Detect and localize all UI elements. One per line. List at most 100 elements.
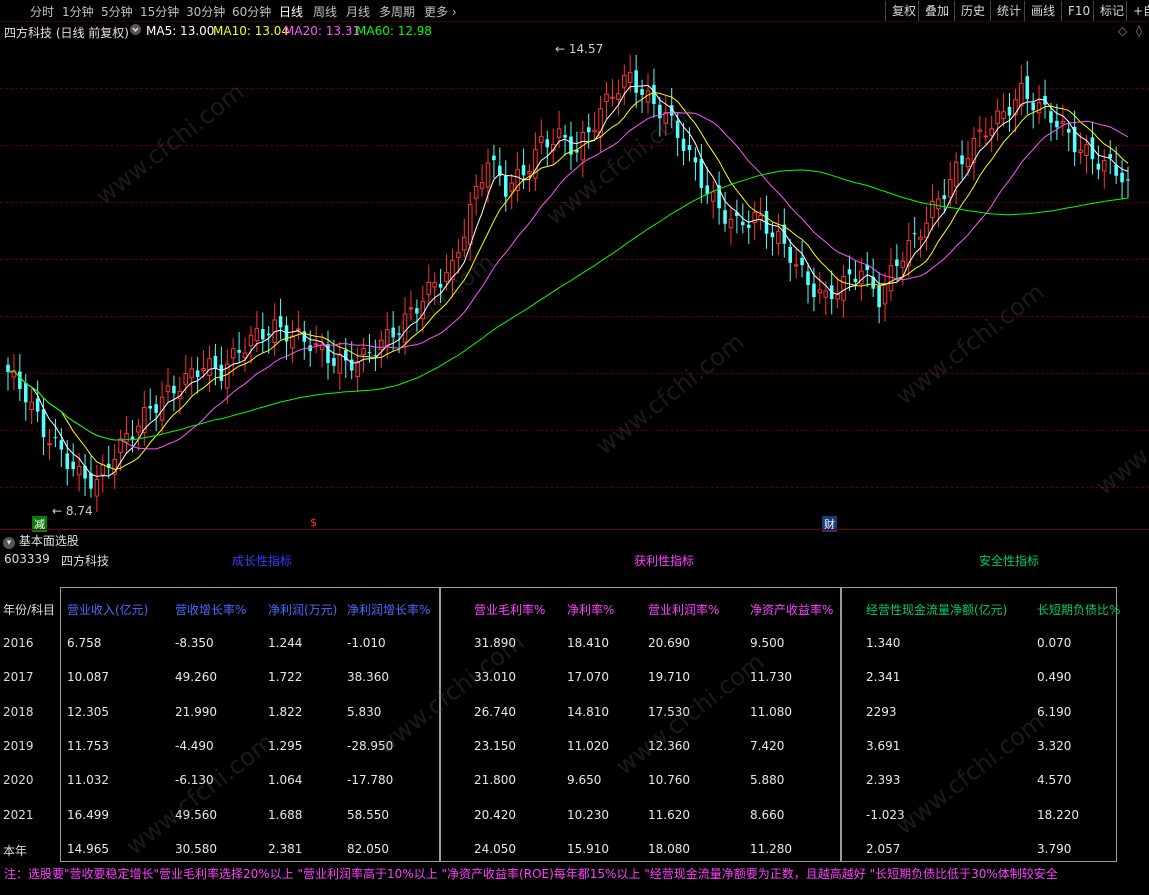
- period-tab-minute[interactable]: 分时: [30, 3, 54, 20]
- candle-body: [788, 246, 792, 263]
- table-cell: 19.710: [648, 670, 690, 684]
- year-label: 2021: [3, 808, 34, 822]
- candle-body: [337, 354, 343, 374]
- candle-body: [266, 333, 271, 336]
- candle-body: [384, 329, 390, 348]
- table-cell: 2.393: [866, 773, 901, 787]
- candle-body: [995, 110, 1000, 125]
- period-tab-multi[interactable]: 多周期: [379, 3, 415, 20]
- candle-body: [94, 478, 100, 497]
- period-tab-5min[interactable]: 5分钟: [101, 3, 133, 20]
- table-cell: 8.660: [750, 808, 785, 822]
- year-label: 2020: [3, 773, 34, 787]
- candle-body: [953, 161, 959, 187]
- candle-body: [213, 355, 218, 368]
- table-cell: 7.420: [750, 739, 785, 753]
- history-button[interactable]: 历史: [954, 1, 991, 21]
- mark-button[interactable]: 标记: [1093, 1, 1130, 21]
- candle-body: [313, 343, 319, 346]
- candle-body: [806, 271, 810, 286]
- profit-group-title: 获利性指标: [634, 554, 695, 568]
- candle-body: [230, 348, 236, 359]
- candle-body: [545, 139, 550, 148]
- chart-header: 四方科技 (日线 前复权) MA5: 13.00 MA10: 13.04 MA2…: [0, 23, 1149, 41]
- overlay-button[interactable]: 叠加: [918, 1, 955, 21]
- candle-body: [456, 252, 461, 258]
- diamond-icon[interactable]: ◇: [1118, 24, 1127, 38]
- low-price-label: ← 8.74: [52, 504, 93, 518]
- period-tab-30min[interactable]: 30分钟: [186, 3, 225, 20]
- candle-body: [278, 316, 283, 328]
- f10-button[interactable]: F10: [1061, 1, 1096, 21]
- expand-icon[interactable]: ◊: [1136, 24, 1142, 38]
- ma10-line: [7, 91, 1129, 470]
- candle-body: [800, 257, 804, 266]
- column-header: 净利率%: [567, 603, 615, 617]
- candle-body: [355, 361, 360, 378]
- candle-body: [391, 327, 395, 338]
- table-cell: 5.880: [750, 773, 785, 787]
- period-tab-weekly[interactable]: 周线: [313, 3, 337, 20]
- period-tab-daily[interactable]: 日线: [279, 3, 303, 20]
- candle-body: [65, 453, 70, 469]
- ma5-value: MA5: 13.00: [146, 24, 215, 38]
- chevron-right-icon: ›: [451, 5, 457, 19]
- candle-body: [1084, 144, 1089, 157]
- period-tab-1min[interactable]: 1分钟: [62, 3, 94, 20]
- candle-body: [467, 204, 473, 245]
- candle-body: [172, 385, 176, 394]
- candle-body: [770, 232, 775, 238]
- draw-line-button[interactable]: 画线: [1024, 1, 1061, 21]
- candle-body: [741, 221, 745, 226]
- panel-title-text: 基本面选股: [18, 534, 79, 548]
- candle-body: [681, 138, 686, 152]
- period-tab-more[interactable]: 更多 ›: [424, 3, 457, 20]
- ma5-line: [7, 84, 1129, 477]
- custom-button[interactable]: +自: [1126, 1, 1149, 21]
- table-cell: 12.305: [67, 705, 109, 719]
- table-cell: 16.499: [67, 808, 109, 822]
- table-cell: -28.950: [347, 739, 394, 753]
- table-cell: -8.350: [175, 636, 214, 650]
- candle-body: [136, 425, 141, 433]
- column-header: 营业收入(亿元): [67, 603, 149, 617]
- candle-body: [793, 264, 799, 267]
- candle-body: [965, 158, 971, 168]
- candle-body: [604, 93, 609, 103]
- candle-body: [219, 364, 224, 381]
- candle-body: [989, 128, 994, 136]
- candle-body: [527, 171, 532, 175]
- candle-body: [1102, 159, 1107, 172]
- kline-chart[interactable]: ← 14.57 ← 8.74 减 $ 财: [0, 42, 1149, 532]
- panel-title[interactable]: ▾ 基本面选股: [3, 532, 79, 549]
- table-cell: 82.050: [347, 842, 389, 856]
- candle-body: [847, 269, 852, 275]
- period-toolbar: 分时 1分钟 5分钟 15分钟 30分钟 60分钟 日线 周线 月线 多周期 更…: [0, 0, 1149, 22]
- candle-body: [835, 294, 840, 300]
- year-label: 本年: [3, 844, 28, 858]
- year-label: 2016: [3, 636, 34, 650]
- column-header: 经营性现金流量净额(亿元): [866, 603, 1008, 617]
- candle-body: [776, 231, 781, 244]
- candle-body: [616, 93, 621, 100]
- candle-body: [397, 333, 401, 335]
- candle-body: [165, 385, 171, 393]
- candle-body: [71, 461, 75, 470]
- candle-body: [59, 440, 64, 450]
- table-cell: 24.050: [474, 842, 516, 856]
- column-header: 长短期负债比%: [1037, 603, 1121, 617]
- period-tab-60min[interactable]: 60分钟: [232, 3, 271, 20]
- table-cell: 15.910: [567, 842, 609, 856]
- candle-body: [76, 465, 82, 476]
- candle-body: [817, 289, 823, 294]
- restore-rights-button[interactable]: 复权: [885, 1, 922, 21]
- period-tab-monthly[interactable]: 月线: [346, 3, 370, 20]
- candle-body: [1114, 165, 1118, 176]
- chart-settings-icon[interactable]: [129, 23, 142, 39]
- candle-body: [1126, 179, 1130, 181]
- table-cell: 6.190: [1037, 705, 1072, 719]
- statistics-button[interactable]: 统计: [990, 1, 1027, 21]
- period-tab-15min[interactable]: 15分钟: [140, 3, 179, 20]
- candle-body: [361, 348, 366, 356]
- dividend-marker[interactable]: $: [310, 516, 317, 529]
